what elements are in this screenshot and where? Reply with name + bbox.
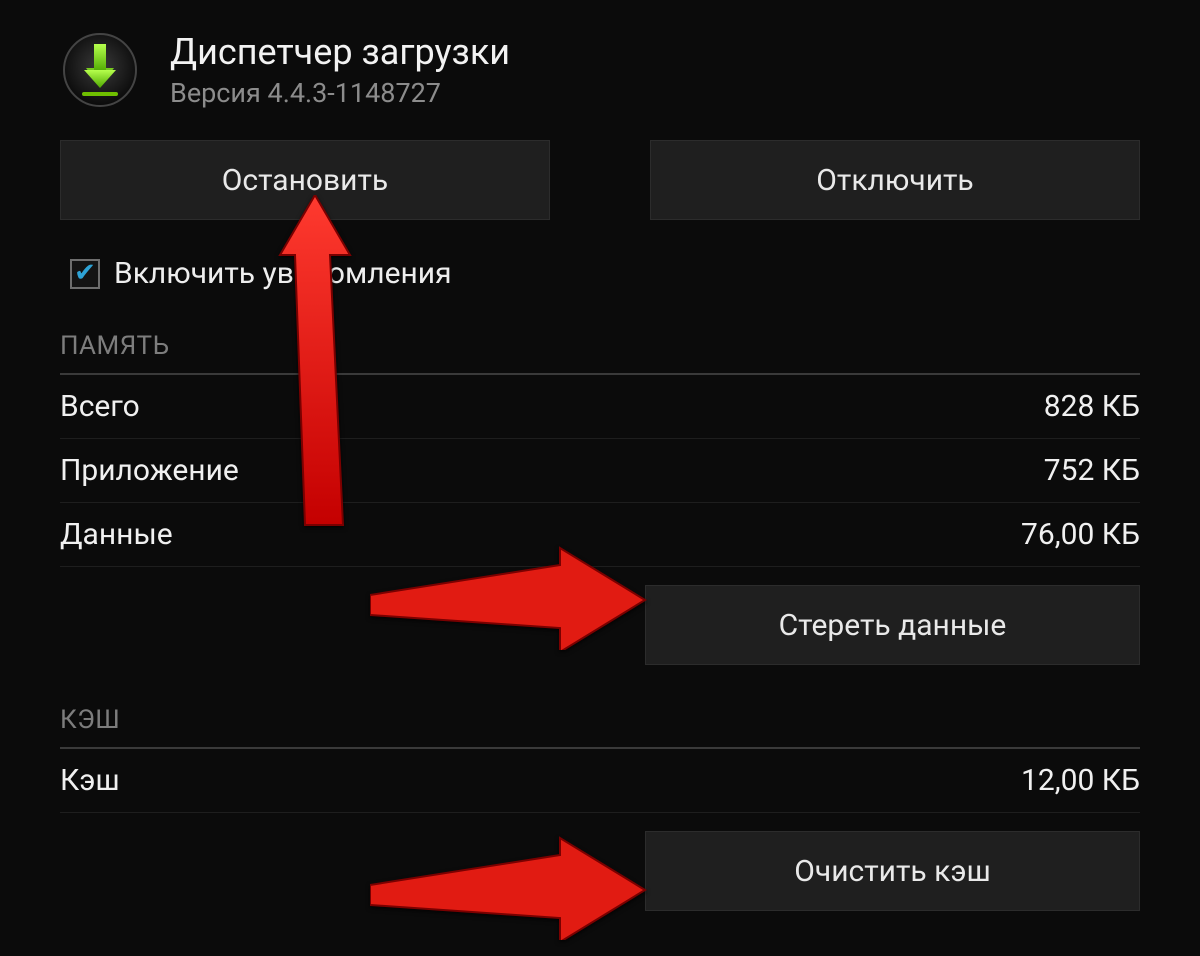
cache-section-header: КЭШ	[60, 695, 1140, 747]
app-header: Диспетчер загрузки Версия 4.4.3-1148727	[60, 30, 1140, 110]
disable-button[interactable]: Отключить	[650, 140, 1140, 220]
memory-total-value: 828 КБ	[1044, 389, 1140, 424]
memory-data-value: 76,00 КБ	[1021, 517, 1140, 552]
notifications-checkbox-row[interactable]: ✔ Включить уведомления	[60, 250, 1140, 321]
app-title: Диспетчер загрузки	[170, 31, 510, 74]
action-buttons-row: Остановить Отключить	[60, 140, 1140, 220]
memory-app-value: 752 КБ	[1044, 453, 1140, 488]
app-version: Версия 4.4.3-1148727	[170, 77, 510, 109]
stop-button[interactable]: Остановить	[60, 140, 550, 220]
memory-data-row: Данные 76,00 КБ	[60, 503, 1140, 567]
cache-value: 12,00 КБ	[1021, 763, 1140, 798]
cache-row: Кэш 12,00 КБ	[60, 749, 1140, 813]
memory-app-label: Приложение	[60, 453, 239, 488]
memory-app-row: Приложение 752 КБ	[60, 439, 1140, 503]
memory-total-row: Всего 828 КБ	[60, 375, 1140, 439]
notifications-label: Включить уведомления	[114, 256, 452, 291]
memory-section-header: ПАМЯТЬ	[60, 321, 1140, 373]
memory-total-label: Всего	[60, 389, 140, 424]
cache-label: Кэш	[60, 763, 120, 798]
checkbox-icon: ✔	[70, 259, 100, 289]
clear-cache-button[interactable]: Очистить кэш	[645, 831, 1140, 911]
clear-data-button[interactable]: Стереть данные	[645, 585, 1140, 665]
memory-data-label: Данные	[60, 517, 173, 552]
download-manager-icon	[60, 30, 140, 110]
